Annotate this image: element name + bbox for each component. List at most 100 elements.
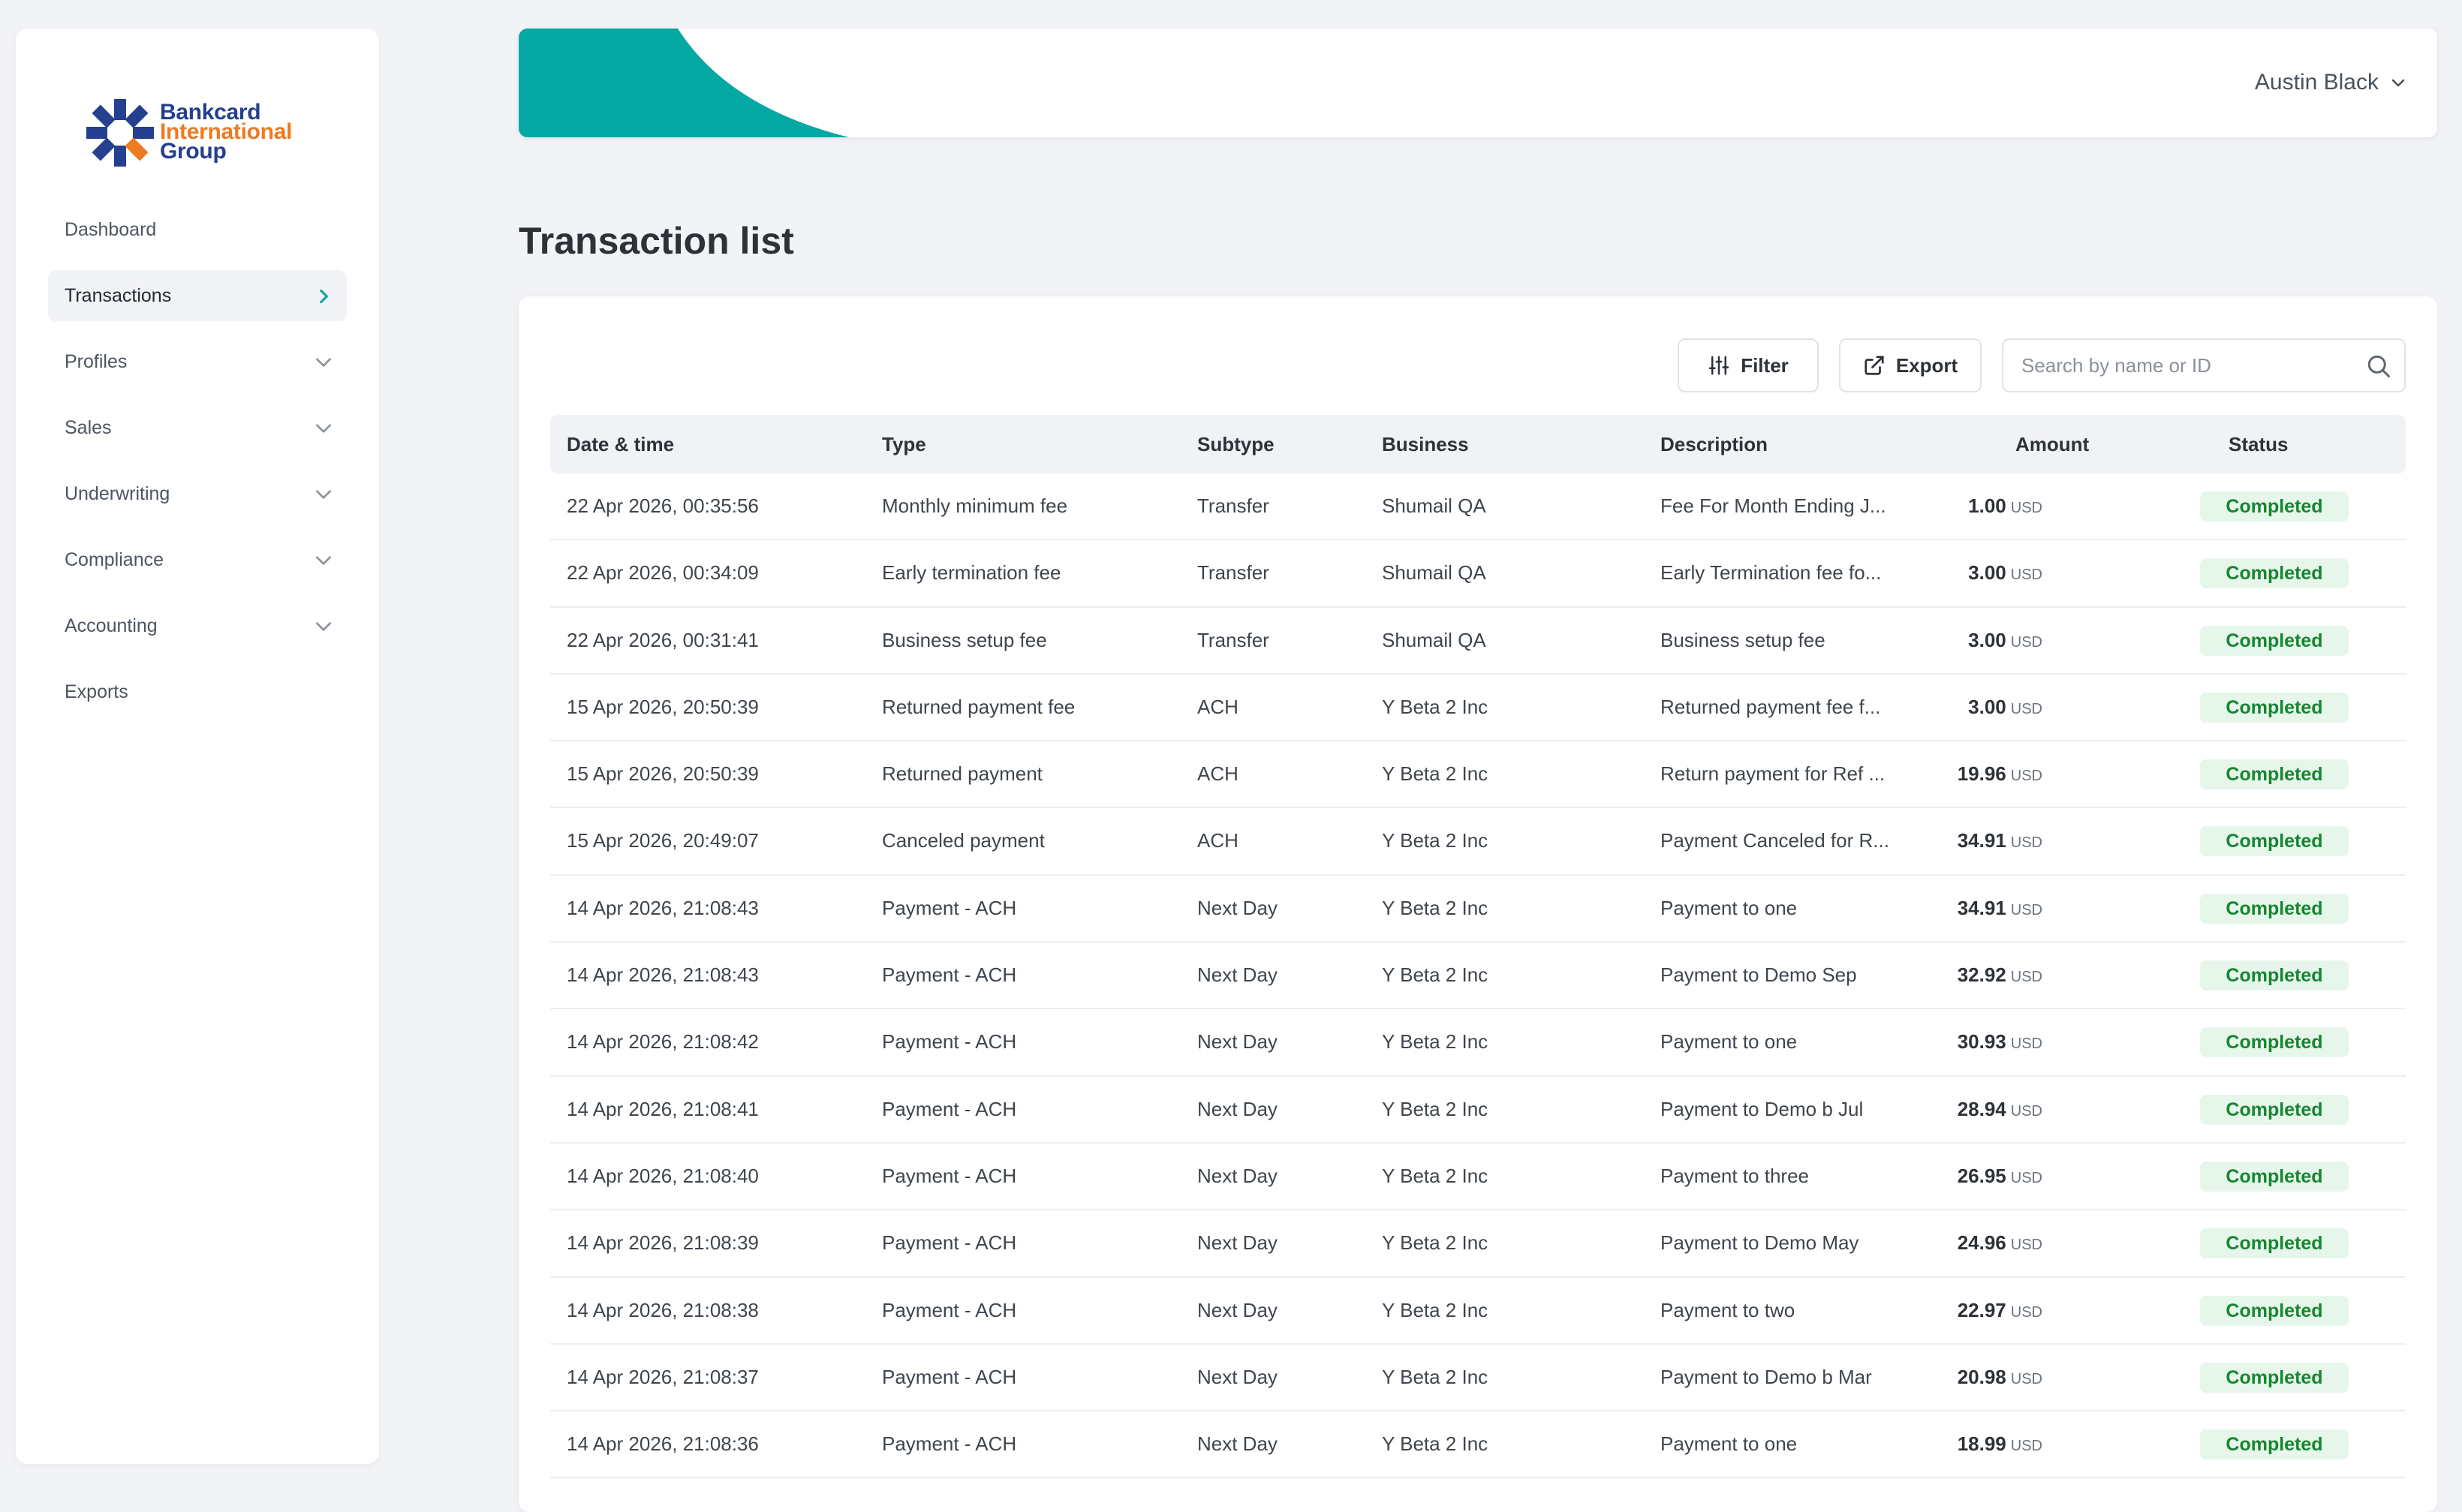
sidebar-item-label: Dashboard xyxy=(65,218,157,240)
cell-business: Y Beta 2 Inc xyxy=(1382,762,1488,786)
table-row[interactable]: 15 Apr 2026, 20:50:39 Returned payment A… xyxy=(550,741,2406,809)
sidebar-item-accounting[interactable]: Accounting xyxy=(48,600,347,651)
table-row[interactable]: 14 Apr 2026, 21:08:37 Payment - ACH Next… xyxy=(550,1345,2406,1412)
amount-value: 34.91 xyxy=(1957,896,2006,919)
table-row[interactable]: 14 Apr 2026, 21:08:38 Payment - ACH Next… xyxy=(550,1278,2406,1345)
column-header-status[interactable]: Status xyxy=(2229,415,2288,473)
status-badge: Completed xyxy=(2200,491,2349,522)
cell-datetime: 15 Apr 2026, 20:49:07 xyxy=(567,829,759,852)
cell-datetime: 22 Apr 2026, 00:31:41 xyxy=(567,628,759,651)
amount-currency: USD xyxy=(2010,834,2042,852)
cell-datetime: 15 Apr 2026, 20:50:39 xyxy=(567,762,759,786)
cell-subtype: Next Day xyxy=(1197,1097,1278,1120)
amount-currency: USD xyxy=(2010,567,2042,584)
status-badge: Completed xyxy=(2200,826,2349,857)
cell-amount: 3.00 USD xyxy=(1892,608,2042,673)
table-toolbar: Filter Export xyxy=(519,338,2437,392)
cell-type: Payment - ACH xyxy=(882,1432,1017,1456)
cell-datetime: 14 Apr 2026, 21:08:41 xyxy=(567,1097,759,1120)
cell-type: Payment - ACH xyxy=(882,1298,1017,1321)
search-input[interactable] xyxy=(2021,340,2352,391)
amount-currency: USD xyxy=(2010,969,2042,986)
chevron-down-icon xyxy=(316,424,331,433)
cell-description: Payment to three xyxy=(1660,1164,1809,1187)
filter-button-label: Filter xyxy=(1741,353,1789,377)
cell-subtype: Next Day xyxy=(1197,1231,1278,1255)
export-button[interactable]: Export xyxy=(1839,338,1982,392)
sidebar-item-dashboard[interactable]: Dashboard xyxy=(48,204,347,255)
cell-subtype: Next Day xyxy=(1197,1298,1278,1321)
filter-button[interactable]: Filter xyxy=(1678,338,1819,392)
search-box xyxy=(2002,338,2406,392)
sidebar-item-transactions[interactable]: Transactions xyxy=(48,270,347,321)
amount-value: 1.00 xyxy=(1968,494,2006,517)
cell-description: Returned payment fee f... xyxy=(1660,695,1881,718)
cell-business: Y Beta 2 Inc xyxy=(1382,1298,1488,1321)
cell-description: Payment to Demo May xyxy=(1660,1231,1859,1255)
table-row[interactable]: 22 Apr 2026, 00:34:09 Early termination … xyxy=(550,540,2406,608)
sidebar-item-underwriting[interactable]: Underwriting xyxy=(48,468,347,519)
cell-business: Y Beta 2 Inc xyxy=(1382,896,1488,919)
sidebar-item-profiles[interactable]: Profiles xyxy=(48,336,347,387)
table-row[interactable]: 22 Apr 2026, 00:35:56 Monthly minimum fe… xyxy=(550,473,2406,541)
sidebar-item-label: Accounting xyxy=(65,615,158,636)
column-header-subtype[interactable]: Subtype xyxy=(1197,415,1275,473)
table-row[interactable]: 14 Apr 2026, 21:08:41 Payment - ACH Next… xyxy=(550,1077,2406,1144)
table-row[interactable]: 14 Apr 2026, 21:08:36 Payment - ACH Next… xyxy=(550,1411,2406,1479)
sidebar-item-sales[interactable]: Sales xyxy=(48,402,347,453)
column-header-type[interactable]: Type xyxy=(882,415,926,473)
column-header-amount[interactable]: Amount xyxy=(2015,415,2089,473)
user-menu[interactable]: Austin Black xyxy=(2255,63,2407,102)
cell-business: Shumail QA xyxy=(1382,561,1486,585)
cell-datetime: 14 Apr 2026, 21:08:42 xyxy=(567,1030,759,1054)
status-badge: Completed xyxy=(2200,625,2349,656)
amount-currency: USD xyxy=(2010,1438,2042,1455)
amount-value: 32.92 xyxy=(1957,963,2006,987)
table-row[interactable]: 15 Apr 2026, 20:49:07 Canceled payment A… xyxy=(550,808,2406,876)
chevron-down-icon xyxy=(2391,79,2405,87)
cell-business: Shumail QA xyxy=(1382,494,1486,517)
sidebar-item-exports[interactable]: Exports xyxy=(48,666,347,717)
chevron-down-icon xyxy=(316,556,331,565)
amount-currency: USD xyxy=(2010,633,2042,651)
sidebar-nav: Dashboard Transactions Profiles Sales Un… xyxy=(48,204,347,732)
cell-datetime: 14 Apr 2026, 21:08:38 xyxy=(567,1298,759,1321)
table-row[interactable]: 14 Apr 2026, 21:08:39 Payment - ACH Next… xyxy=(550,1210,2406,1278)
cell-datetime: 14 Apr 2026, 21:08:43 xyxy=(567,896,759,919)
table-row[interactable]: 15 Apr 2026, 20:50:39 Returned payment f… xyxy=(550,675,2406,742)
external-link-icon xyxy=(1865,356,1884,375)
cell-amount: 20.98 USD xyxy=(1892,1345,2042,1410)
brand-logo[interactable]: Bankcard International Group xyxy=(86,69,327,167)
table-row[interactable]: 14 Apr 2026, 21:08:42 Payment - ACH Next… xyxy=(550,1009,2406,1077)
sidebar-item-label: Transactions xyxy=(65,284,172,306)
column-header-business[interactable]: Business xyxy=(1382,415,1469,473)
amount-value: 34.91 xyxy=(1957,829,2006,852)
table-row[interactable]: 22 Apr 2026, 00:31:41 Business setup fee… xyxy=(550,608,2406,675)
status-badge: Completed xyxy=(2200,1429,2349,1460)
cell-type: Business setup fee xyxy=(882,628,1047,651)
table-row[interactable]: 14 Apr 2026, 21:08:43 Payment - ACH Next… xyxy=(550,942,2406,1010)
status-badge: Completed xyxy=(2200,960,2349,991)
logo-line-3: Group xyxy=(160,139,227,164)
column-header-description[interactable]: Description xyxy=(1660,415,1768,473)
search-icon[interactable] xyxy=(2365,353,2392,380)
cell-business: Y Beta 2 Inc xyxy=(1382,1365,1488,1388)
table-row[interactable]: 14 Apr 2026, 21:08:40 Payment - ACH Next… xyxy=(550,1144,2406,1211)
cell-subtype: Transfer xyxy=(1197,561,1269,585)
cell-amount: 34.91 USD xyxy=(1892,876,2042,941)
cell-subtype: ACH xyxy=(1197,829,1239,852)
cell-datetime: 14 Apr 2026, 21:08:40 xyxy=(567,1164,759,1187)
cell-business: Y Beta 2 Inc xyxy=(1382,1231,1488,1255)
column-header-datetime[interactable]: Date & time xyxy=(567,415,674,473)
transactions-table: Date & time Type Subtype Business Descri… xyxy=(550,415,2406,1479)
cell-type: Payment - ACH xyxy=(882,896,1017,919)
cell-business: Y Beta 2 Inc xyxy=(1382,1030,1488,1054)
cell-amount: 19.96 USD xyxy=(1892,741,2042,807)
status-badge: Completed xyxy=(2200,1228,2349,1259)
cell-description: Payment to one xyxy=(1660,1030,1798,1054)
amount-currency: USD xyxy=(2010,1102,2042,1120)
sidebar-item-compliance[interactable]: Compliance xyxy=(48,534,347,585)
cell-description: Payment to two xyxy=(1660,1298,1795,1321)
table-row[interactable]: 14 Apr 2026, 21:08:43 Payment - ACH Next… xyxy=(550,876,2406,943)
cell-type: Returned payment fee xyxy=(882,695,1076,718)
